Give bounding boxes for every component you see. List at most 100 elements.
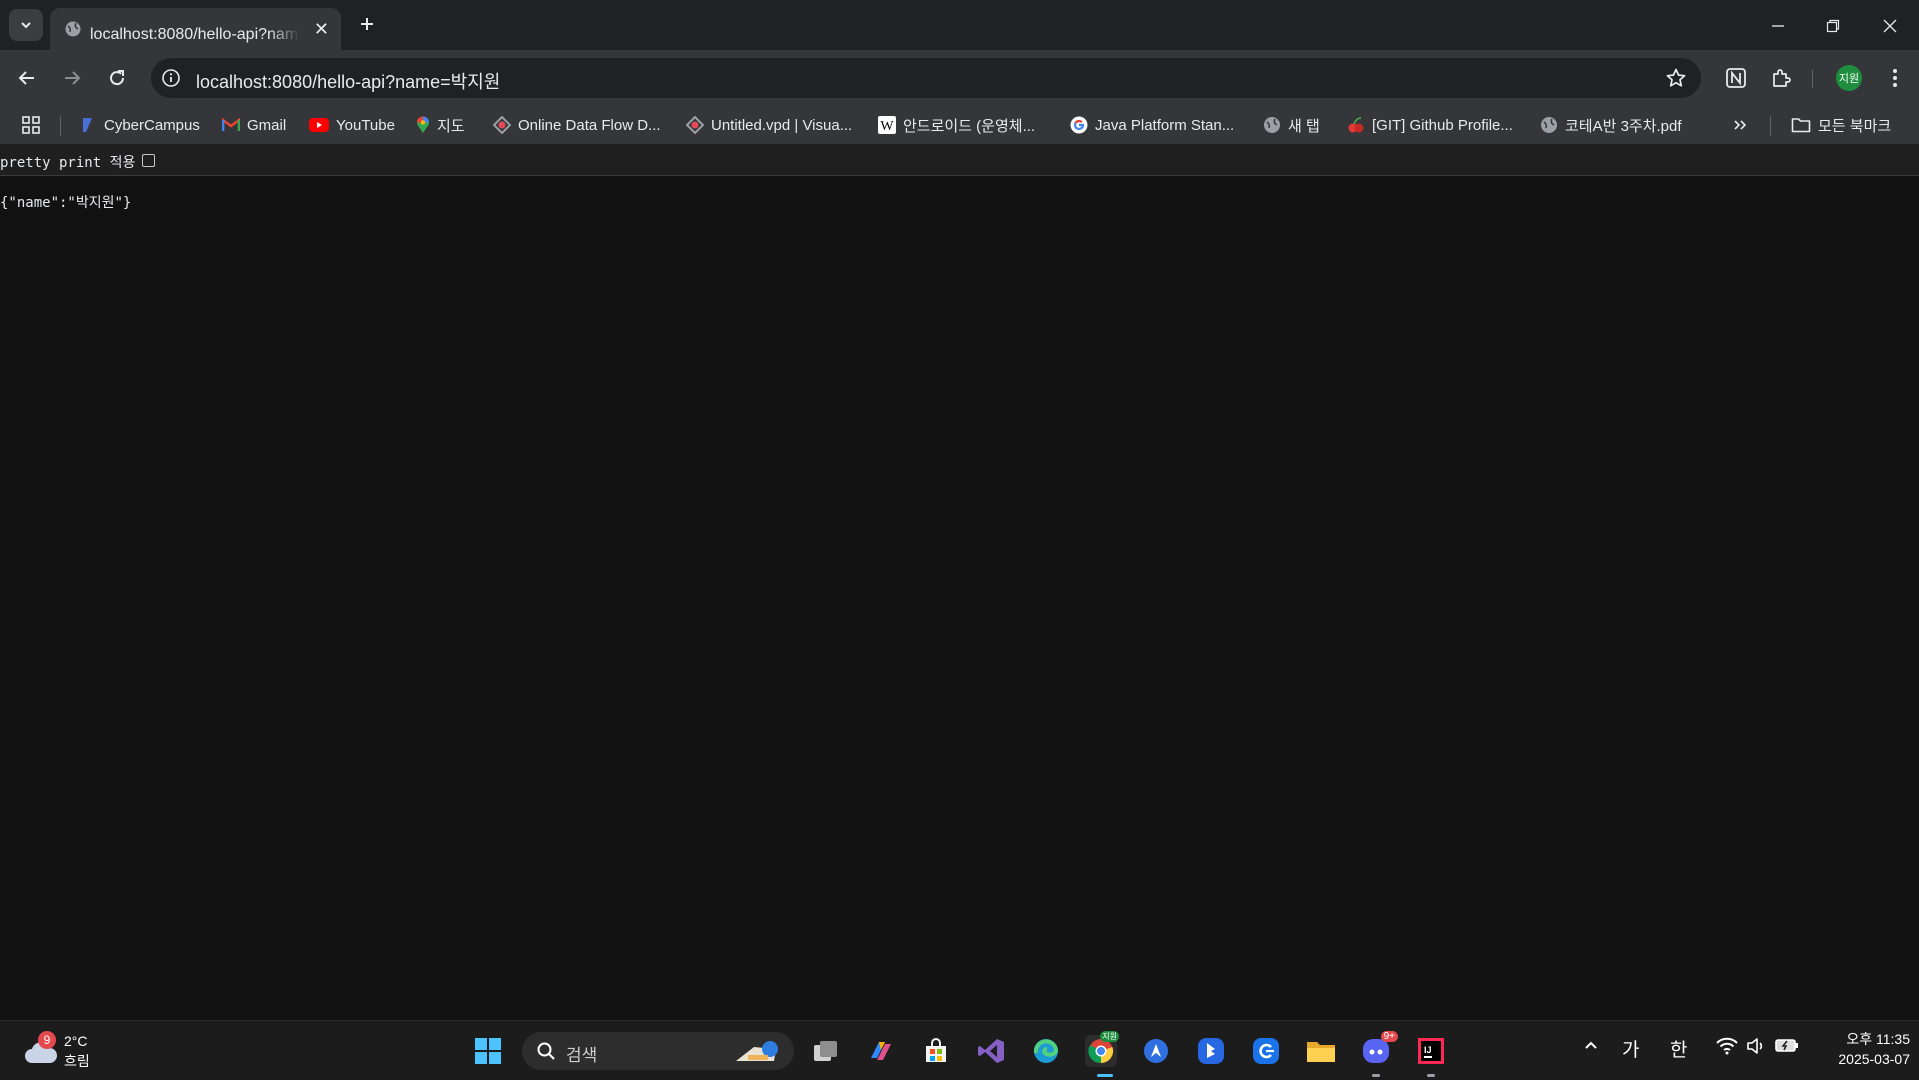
browser-tab[interactable]: localhost:8080/hello-api?name=박지원 ✕	[50, 8, 341, 50]
google-icon	[1070, 116, 1088, 134]
bookmark-youtube[interactable]: YouTube	[309, 114, 395, 136]
forward-button[interactable]	[58, 64, 86, 92]
clock-time: 오후 11:35	[1846, 1031, 1910, 1047]
bookmark-label: Java Platform Stan...	[1095, 116, 1235, 134]
wikipedia-icon: W	[878, 116, 896, 134]
search-placeholder: 검색	[566, 1046, 598, 1065]
copilot-icon	[871, 1042, 891, 1060]
visual-paradigm-icon	[686, 116, 704, 134]
url-text[interactable]: localhost:8080/hello-api?name=박지원	[196, 68, 500, 94]
discord-button[interactable]: 9+	[1360, 1031, 1398, 1077]
bookmarks-divider	[60, 116, 61, 136]
more-vertical-icon	[1893, 69, 1897, 87]
minimize-icon	[1772, 25, 1784, 27]
chrome-profile-badge: 지원	[1100, 1031, 1119, 1042]
weather-alert-badge: 9	[38, 1031, 56, 1049]
restore-icon	[1826, 19, 1840, 33]
folder-icon	[1307, 1042, 1335, 1062]
profile-avatar[interactable]: 지원	[1836, 65, 1862, 91]
browser-toolbar: localhost:8080/hello-api?name=박지원	[0, 50, 1919, 106]
translator-button[interactable]	[1250, 1035, 1282, 1067]
bookmark-java-platform[interactable]: Java Platform Stan...	[1070, 114, 1234, 136]
ime-language-indicator[interactable]: 한	[1670, 1035, 1687, 1062]
running-indicator	[1097, 1074, 1113, 1077]
close-tab-icon[interactable]: ✕	[314, 20, 329, 38]
chrome-button[interactable]: 지원	[1085, 1031, 1119, 1077]
windows-logo-icon	[475, 1038, 501, 1064]
navigator-app-button[interactable]	[1140, 1035, 1172, 1067]
ime-mode-indicator[interactable]: 가	[1622, 1035, 1639, 1062]
battery-button[interactable]	[1775, 1037, 1799, 1059]
bookmark-label: Untitled.vpd | Visua...	[711, 116, 853, 134]
bookmark-label: Online Data Flow D...	[518, 116, 661, 134]
extensions-button[interactable]	[1767, 64, 1795, 92]
start-button[interactable]	[472, 1035, 504, 1067]
task-view-button[interactable]	[810, 1035, 842, 1067]
pretty-print-bar: pretty print 적용	[0, 144, 1919, 176]
translate-icon	[1253, 1038, 1279, 1064]
bookmarks-bar: CyberCampus Gmail YouTube 지도 Online Data…	[0, 106, 1919, 144]
volume-button[interactable]	[1746, 1037, 1766, 1061]
edge-icon	[1033, 1039, 1059, 1063]
speaker-icon	[1747, 1038, 1763, 1054]
edge-button[interactable]	[1030, 1035, 1062, 1067]
wifi-icon	[1716, 1037, 1738, 1055]
bookmark-star-icon[interactable]	[1665, 67, 1687, 94]
bookmark-cybercampus[interactable]: CyberCampus	[79, 114, 200, 136]
arrow-right-icon	[65, 71, 81, 85]
notion-extension-button[interactable]	[1722, 64, 1750, 92]
bookmark-coding-test-pdf[interactable]: 코테A반 3주차.pdf	[1540, 114, 1682, 136]
chevron-up-icon	[1585, 1041, 1597, 1049]
taskbar-search[interactable]: 검색	[522, 1032, 794, 1070]
restore-button[interactable]	[1821, 14, 1845, 38]
bookmark-label: [GIT] Github Profile...	[1372, 116, 1513, 134]
task-view-icon	[814, 1041, 837, 1061]
bookmark-new-tab[interactable]: 새 탭	[1263, 114, 1320, 136]
file-explorer-button[interactable]	[1305, 1035, 1337, 1067]
navigation-arrow-icon	[1144, 1039, 1168, 1063]
minimize-button[interactable]	[1766, 14, 1790, 38]
bookmark-android-wiki[interactable]: W 안드로이드 (운영체...	[878, 114, 1035, 136]
new-tab-button[interactable]	[355, 12, 379, 36]
chevron-down-icon	[21, 22, 31, 29]
intellij-button[interactable]: IJ	[1415, 1035, 1447, 1077]
gmail-icon	[222, 118, 240, 131]
bookmark-maps[interactable]: 지도	[416, 114, 465, 136]
reload-icon	[110, 70, 125, 86]
bookmark-label: 안드로이드 (운영체...	[903, 117, 1036, 135]
tab-search-button[interactable]	[9, 9, 43, 41]
bookmark-online-data-flow[interactable]: Online Data Flow D...	[493, 114, 661, 136]
bookmark-untitled-vpd[interactable]: Untitled.vpd | Visua...	[686, 114, 852, 136]
arrow-left-icon	[18, 71, 34, 85]
bookmark-gmail[interactable]: Gmail	[222, 114, 286, 136]
more-bookmarks-button[interactable]	[1733, 114, 1747, 136]
tab-strip: localhost:8080/hello-api?name=박지원 ✕	[0, 0, 1919, 50]
bookmark-label: CyberCampus	[104, 116, 200, 134]
globe-icon	[1541, 117, 1557, 133]
youtube-icon	[309, 118, 329, 132]
apps-button[interactable]	[21, 114, 41, 136]
all-bookmarks-button[interactable]: 모든 북마크	[1791, 114, 1891, 136]
system-clock[interactable]: 오후 11:35 2025-03-07	[1800, 1029, 1910, 1069]
visual-studio-button[interactable]	[975, 1035, 1007, 1067]
bookmark-label: 코테A반 3주차.pdf	[1565, 117, 1682, 135]
bing-button[interactable]	[1195, 1035, 1227, 1067]
weather-widget[interactable]: 9 2°C 흐림	[22, 1031, 112, 1071]
globe-icon	[64, 20, 82, 43]
bookmark-github-profile[interactable]: [GIT] Github Profile...	[1347, 114, 1513, 136]
show-hidden-icons-button[interactable]	[1583, 1037, 1599, 1059]
site-info-icon[interactable]	[161, 68, 181, 93]
notion-icon	[1726, 68, 1746, 88]
all-bookmarks-label: 모든 북마크	[1818, 117, 1892, 135]
svg-text:W: W	[880, 119, 894, 134]
copilot-button[interactable]	[865, 1035, 897, 1067]
address-bar[interactable]: localhost:8080/hello-api?name=박지원	[151, 58, 1701, 98]
network-button[interactable]	[1716, 1037, 1738, 1061]
pretty-print-checkbox[interactable]	[142, 154, 155, 167]
reload-button[interactable]	[103, 64, 131, 92]
menu-button[interactable]	[1881, 64, 1909, 92]
discord-notification-badge: 9+	[1380, 1031, 1398, 1042]
back-button[interactable]	[13, 64, 41, 92]
microsoft-store-button[interactable]	[920, 1035, 952, 1067]
close-window-button[interactable]	[1878, 14, 1902, 38]
